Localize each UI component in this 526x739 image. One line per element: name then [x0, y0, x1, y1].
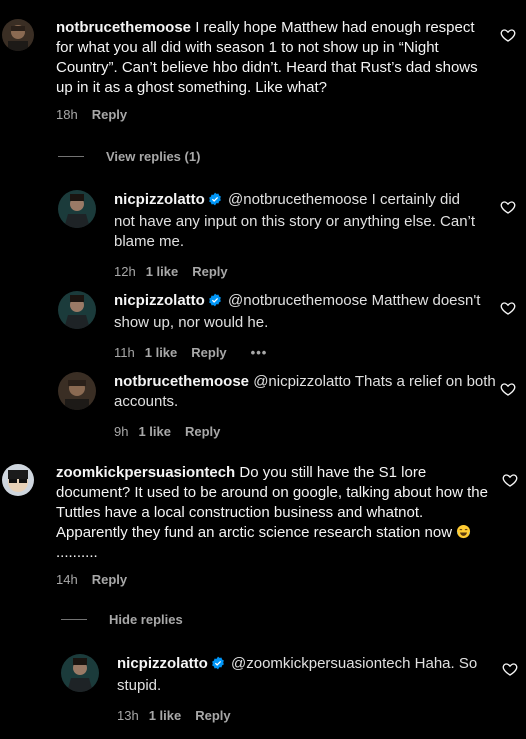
avatar[interactable]	[2, 19, 34, 51]
comment-username[interactable]: notbrucethemoose	[114, 373, 249, 390]
comment-text: nicpizzolatto @notbrucethemoose I certai…	[114, 190, 484, 252]
comment-meta: 12h 1 like Reply	[114, 264, 484, 279]
heart-outline-icon[interactable]	[502, 661, 518, 677]
comment-username[interactable]: nicpizzolatto	[117, 655, 208, 672]
reply-button[interactable]: Reply	[192, 264, 227, 279]
likes-count[interactable]: 1 like	[149, 708, 182, 723]
reply-button[interactable]: Reply	[92, 107, 127, 122]
reply-comment: nicpizzolatto @notbrucethemoose I certai…	[58, 190, 484, 279]
comment-username[interactable]: notbrucethemoose	[56, 19, 191, 36]
likes-count[interactable]: 1 like	[146, 264, 179, 279]
comment-meta: 18h Reply	[56, 107, 486, 122]
reply-button[interactable]: Reply	[185, 424, 220, 439]
comment-time: 12h	[114, 264, 136, 279]
view-replies-label: View replies (1)	[106, 149, 201, 164]
reply-comment: nicpizzolatto @zoomkickpersuasiontech Ha…	[61, 654, 507, 723]
comment-username[interactable]: zoomkickpersuasiontech	[56, 464, 235, 481]
comment-time: 18h	[56, 107, 78, 122]
likes-count[interactable]: 1 like	[145, 345, 178, 360]
heart-outline-icon[interactable]	[500, 381, 516, 397]
avatar[interactable]	[2, 464, 34, 496]
heart-outline-icon[interactable]	[500, 199, 516, 215]
reply-button[interactable]: Reply	[92, 572, 127, 587]
comment: notbrucethemoose I really hope Matthew h…	[0, 18, 526, 122]
comment-username[interactable]: nicpizzolatto	[114, 292, 205, 309]
comment-text: nicpizzolatto @zoomkickpersuasiontech Ha…	[117, 654, 507, 696]
comment-time: 9h	[114, 424, 129, 439]
avatar[interactable]	[58, 190, 96, 228]
reply-comment: nicpizzolatto @notbrucethemoose Matthew …	[58, 291, 484, 360]
reply-button[interactable]: Reply	[195, 708, 230, 723]
comment: zoomkickpersuasiontech Do you still have…	[0, 463, 526, 587]
verified-badge-icon	[208, 192, 222, 212]
view-replies-button[interactable]: View replies (1)	[58, 149, 200, 164]
comment-meta: 9h 1 like Reply	[114, 424, 499, 439]
heart-outline-icon[interactable]	[500, 27, 516, 43]
avatar[interactable]	[58, 291, 96, 329]
heart-outline-icon[interactable]	[502, 472, 518, 488]
comment-time: 13h	[117, 708, 139, 723]
likes-count[interactable]: 1 like	[138, 424, 171, 439]
tears-of-joy-emoji	[456, 524, 471, 539]
comment-text: zoomkickpersuasiontech Do you still have…	[56, 463, 496, 563]
hide-replies-label: Hide replies	[109, 612, 183, 627]
comment-time: 14h	[56, 572, 78, 587]
comment-meta: 11h 1 like Reply •••	[114, 345, 484, 360]
comment-text: nicpizzolatto @notbrucethemoose Matthew …	[114, 291, 484, 333]
hide-replies-button[interactable]: Hide replies	[61, 612, 183, 627]
reply-button[interactable]: Reply	[191, 345, 226, 360]
comment-text: notbrucethemoose I really hope Matthew h…	[56, 18, 486, 98]
reply-comment: notbrucethemoose @nicpizzolatto Thats a …	[58, 372, 499, 439]
comment-username[interactable]: nicpizzolatto	[114, 191, 205, 208]
comment-text: notbrucethemoose @nicpizzolatto Thats a …	[114, 372, 499, 412]
verified-badge-icon	[208, 293, 222, 313]
comment-meta: 13h 1 like Reply	[117, 708, 507, 723]
heart-outline-icon[interactable]	[500, 300, 516, 316]
avatar[interactable]	[61, 654, 99, 692]
verified-badge-icon	[211, 656, 225, 676]
divider	[61, 619, 87, 620]
comment-meta: 14h Reply	[56, 572, 496, 587]
comment-time: 11h	[114, 345, 135, 360]
avatar[interactable]	[58, 372, 96, 410]
divider	[58, 156, 84, 157]
comment-body-tail: ..........	[56, 544, 98, 561]
more-dots-icon[interactable]: •••	[251, 345, 268, 360]
